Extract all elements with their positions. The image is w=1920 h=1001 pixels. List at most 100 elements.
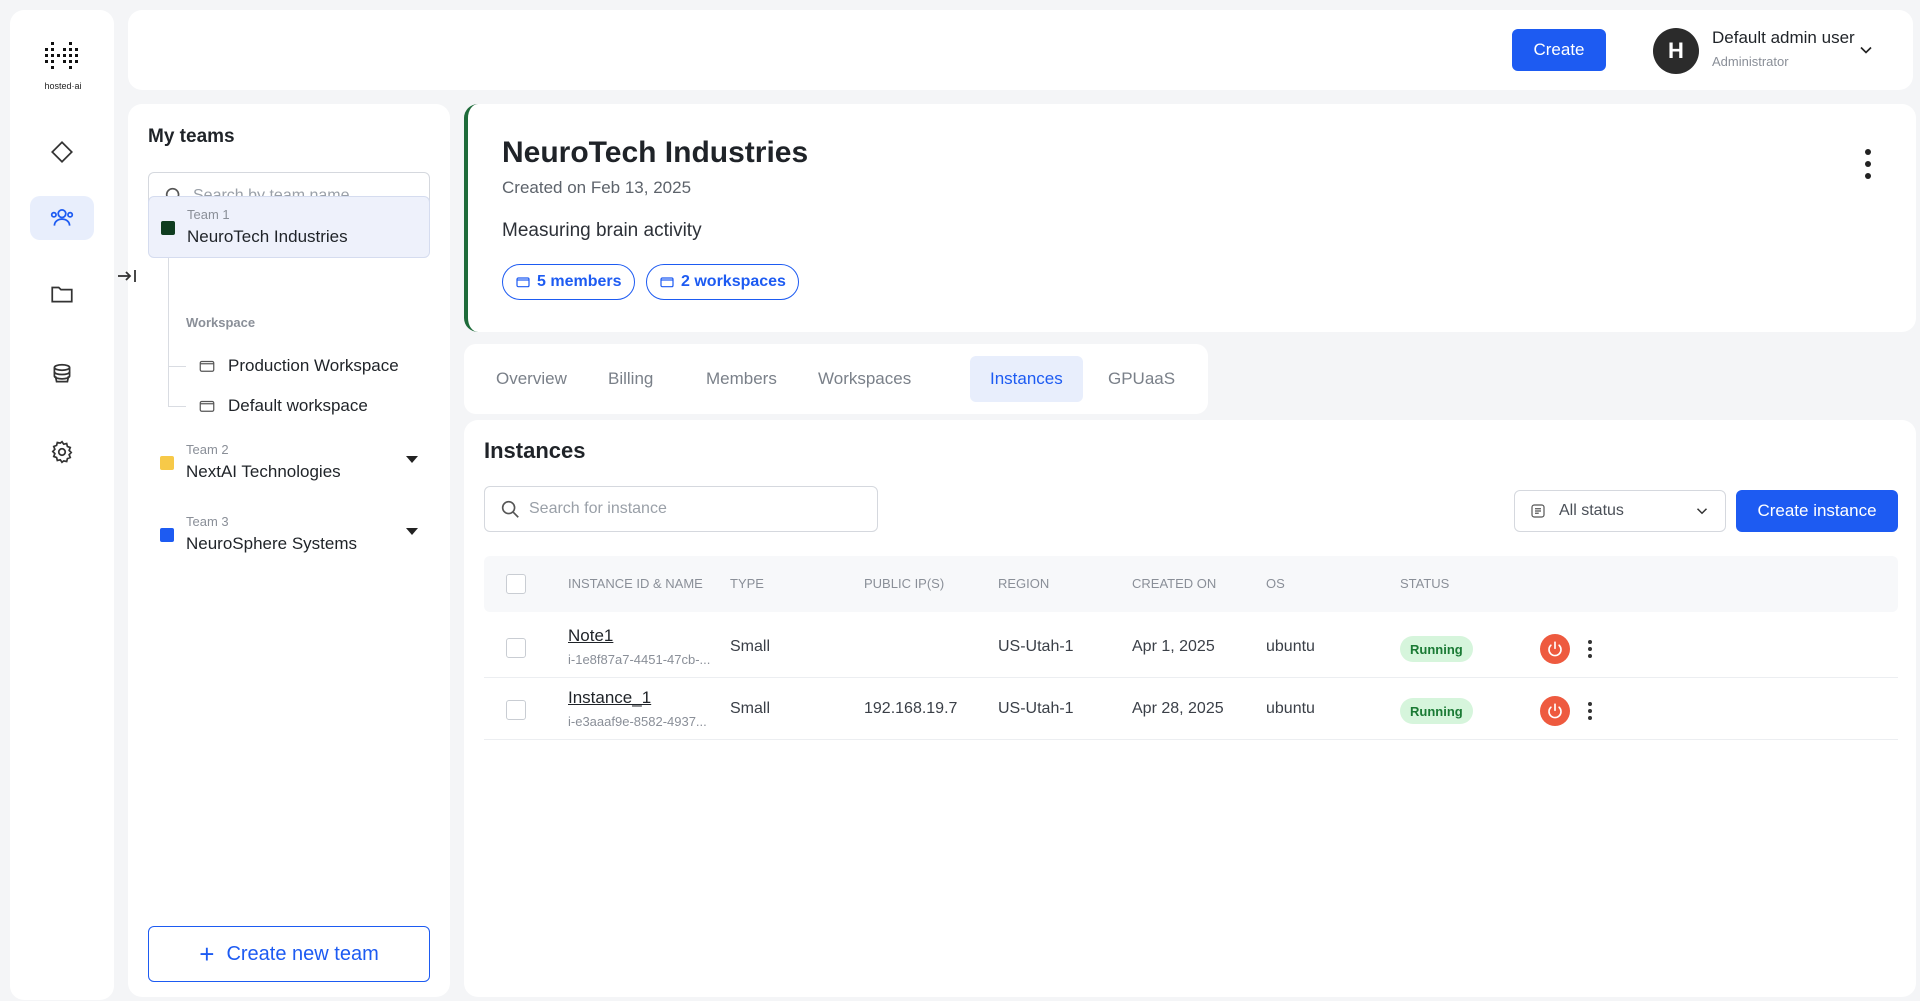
- instance-type: Small: [730, 700, 771, 717]
- user-role: Administrator: [1712, 54, 1789, 69]
- team-color-swatch: [160, 528, 174, 542]
- instance-search-input[interactable]: [529, 500, 832, 518]
- instance-os: ubuntu: [1266, 638, 1315, 655]
- column-header[interactable]: STATUS: [1400, 576, 1449, 591]
- create-button[interactable]: Create: [1512, 29, 1606, 71]
- brand-logo[interactable]: hosted·ai: [38, 38, 88, 98]
- team-number: Team 2: [186, 442, 229, 457]
- tab-instances[interactable]: Instances: [970, 356, 1083, 402]
- team-created-date: Created on Feb 13, 2025: [502, 178, 692, 197]
- create-new-team-button[interactable]: + Create new team: [148, 926, 430, 982]
- row-more-icon[interactable]: [1584, 700, 1596, 722]
- tab-billing[interactable]: Billing: [588, 356, 673, 402]
- team-item-neurotech[interactable]: Team 1 NeuroTech Industries: [148, 196, 430, 258]
- tree-connector: [168, 258, 169, 406]
- tab-gpuaas[interactable]: GPUaaS: [1088, 356, 1195, 402]
- workspace-item-default[interactable]: Default workspace: [198, 391, 368, 421]
- plus-icon: +: [199, 939, 215, 969]
- create-new-team-label: Create new team: [226, 942, 379, 965]
- instance-id: i-e3aaaf9e-8582-4937...: [568, 714, 707, 729]
- nav-item-files[interactable]: [30, 272, 94, 316]
- column-header[interactable]: INSTANCE ID & NAME: [568, 576, 703, 591]
- status-badge: Running: [1400, 636, 1473, 662]
- workspaces-chip[interactable]: 2 workspaces: [646, 264, 799, 300]
- table-header: INSTANCE ID & NAME TYPE PUBLIC IP(S) REG…: [484, 556, 1898, 612]
- status-filter-value: All status: [1559, 502, 1624, 519]
- tab-members[interactable]: Members: [686, 356, 797, 402]
- column-header[interactable]: REGION: [998, 576, 1049, 591]
- wallet-icon: [516, 277, 530, 288]
- filter-list-icon: [1531, 504, 1545, 518]
- team-description: Measuring brain activity: [502, 220, 702, 241]
- gear-icon: [51, 440, 73, 464]
- users-icon: [50, 209, 74, 226]
- status-badge: Running: [1400, 698, 1473, 724]
- team-title: NeuroTech Industries: [502, 136, 809, 169]
- team-item-nextai[interactable]: Team 2 NextAI Technologies: [148, 432, 430, 488]
- select-all-checkbox[interactable]: [506, 574, 526, 594]
- logo-icon: [45, 42, 78, 69]
- status-filter-select[interactable]: All status: [1514, 490, 1726, 532]
- instance-created: Apr 28, 2025: [1132, 700, 1224, 717]
- logo-text: hosted·ai: [44, 81, 82, 91]
- section-title: Instances: [484, 438, 586, 463]
- tab-bar: Overview Billing Members Workspaces Inst…: [464, 344, 1208, 414]
- row-more-icon[interactable]: [1584, 638, 1596, 660]
- instance-name-link[interactable]: Note1: [568, 626, 613, 646]
- workspaces-count: 2 workspaces: [681, 273, 786, 290]
- nav-item-settings[interactable]: [30, 430, 94, 474]
- instance-region: US-Utah-1: [998, 638, 1074, 655]
- search-icon: [501, 500, 519, 518]
- column-header[interactable]: TYPE: [730, 576, 764, 591]
- nav-item-teams[interactable]: [30, 196, 94, 240]
- tree-branch: [168, 406, 186, 407]
- team-header-card: NeuroTech Industries Created on Feb 13, …: [464, 104, 1916, 332]
- instance-name-link[interactable]: Instance_1: [568, 688, 651, 708]
- avatar[interactable]: H: [1653, 28, 1699, 74]
- workspace-name: Default workspace: [228, 396, 368, 415]
- instance-type: Small: [730, 638, 771, 655]
- create-instance-button[interactable]: Create instance: [1736, 490, 1898, 532]
- wallet-icon: [199, 400, 215, 412]
- wallet-icon: [199, 360, 215, 372]
- column-header[interactable]: CREATED ON: [1132, 576, 1216, 591]
- power-button[interactable]: [1540, 634, 1570, 664]
- row-checkbox[interactable]: [506, 638, 526, 658]
- tab-overview[interactable]: Overview: [476, 356, 587, 402]
- team-color-swatch: [161, 221, 175, 235]
- row-checkbox[interactable]: [506, 700, 526, 720]
- wallet-icon: [660, 277, 674, 288]
- tab-workspaces[interactable]: Workspaces: [798, 356, 931, 402]
- instance-os: ubuntu: [1266, 700, 1315, 717]
- instance-region: US-Utah-1: [998, 700, 1074, 717]
- table-row[interactable]: Note1 i-1e8f87a7-4451-47cb-... Small US-…: [484, 616, 1898, 678]
- column-header[interactable]: PUBLIC IP(S): [864, 576, 944, 591]
- nav-item-dashboard[interactable]: [30, 130, 94, 174]
- team-number: Team 3: [186, 514, 229, 529]
- top-bar: Create H Default admin user Administrato…: [128, 10, 1913, 90]
- team-name: NeuroTech Industries: [187, 227, 348, 246]
- user-name: Default admin user: [1712, 28, 1855, 47]
- instance-id: i-1e8f87a7-4451-47cb-...: [568, 652, 711, 667]
- members-chip[interactable]: 5 members: [502, 264, 635, 300]
- caret-down-icon[interactable]: [406, 456, 418, 463]
- chevron-down-icon[interactable]: [1856, 40, 1876, 60]
- team-item-neurosphere[interactable]: Team 3 NeuroSphere Systems: [148, 504, 430, 560]
- column-header[interactable]: OS: [1266, 576, 1285, 591]
- team-number: Team 1: [187, 207, 230, 222]
- power-button[interactable]: [1540, 696, 1570, 726]
- caret-down-icon[interactable]: [406, 528, 418, 535]
- workspace-item-production[interactable]: Production Workspace: [198, 351, 399, 381]
- instance-ip: 192.168.19.7: [864, 700, 958, 717]
- nav-item-resources[interactable]: [30, 352, 94, 396]
- team-color-swatch: [160, 456, 174, 470]
- instance-search[interactable]: [484, 486, 878, 532]
- tree-branch: [168, 366, 186, 367]
- nav-rail: hosted·ai: [10, 10, 114, 1000]
- instance-created: Apr 1, 2025: [1132, 638, 1215, 655]
- members-count: 5 members: [537, 273, 622, 290]
- collapse-panel-icon[interactable]: [115, 264, 139, 288]
- folder-icon: [51, 286, 73, 303]
- table-row[interactable]: Instance_1 i-e3aaaf9e-8582-4937... Small…: [484, 678, 1898, 740]
- more-options-icon[interactable]: [1858, 146, 1878, 182]
